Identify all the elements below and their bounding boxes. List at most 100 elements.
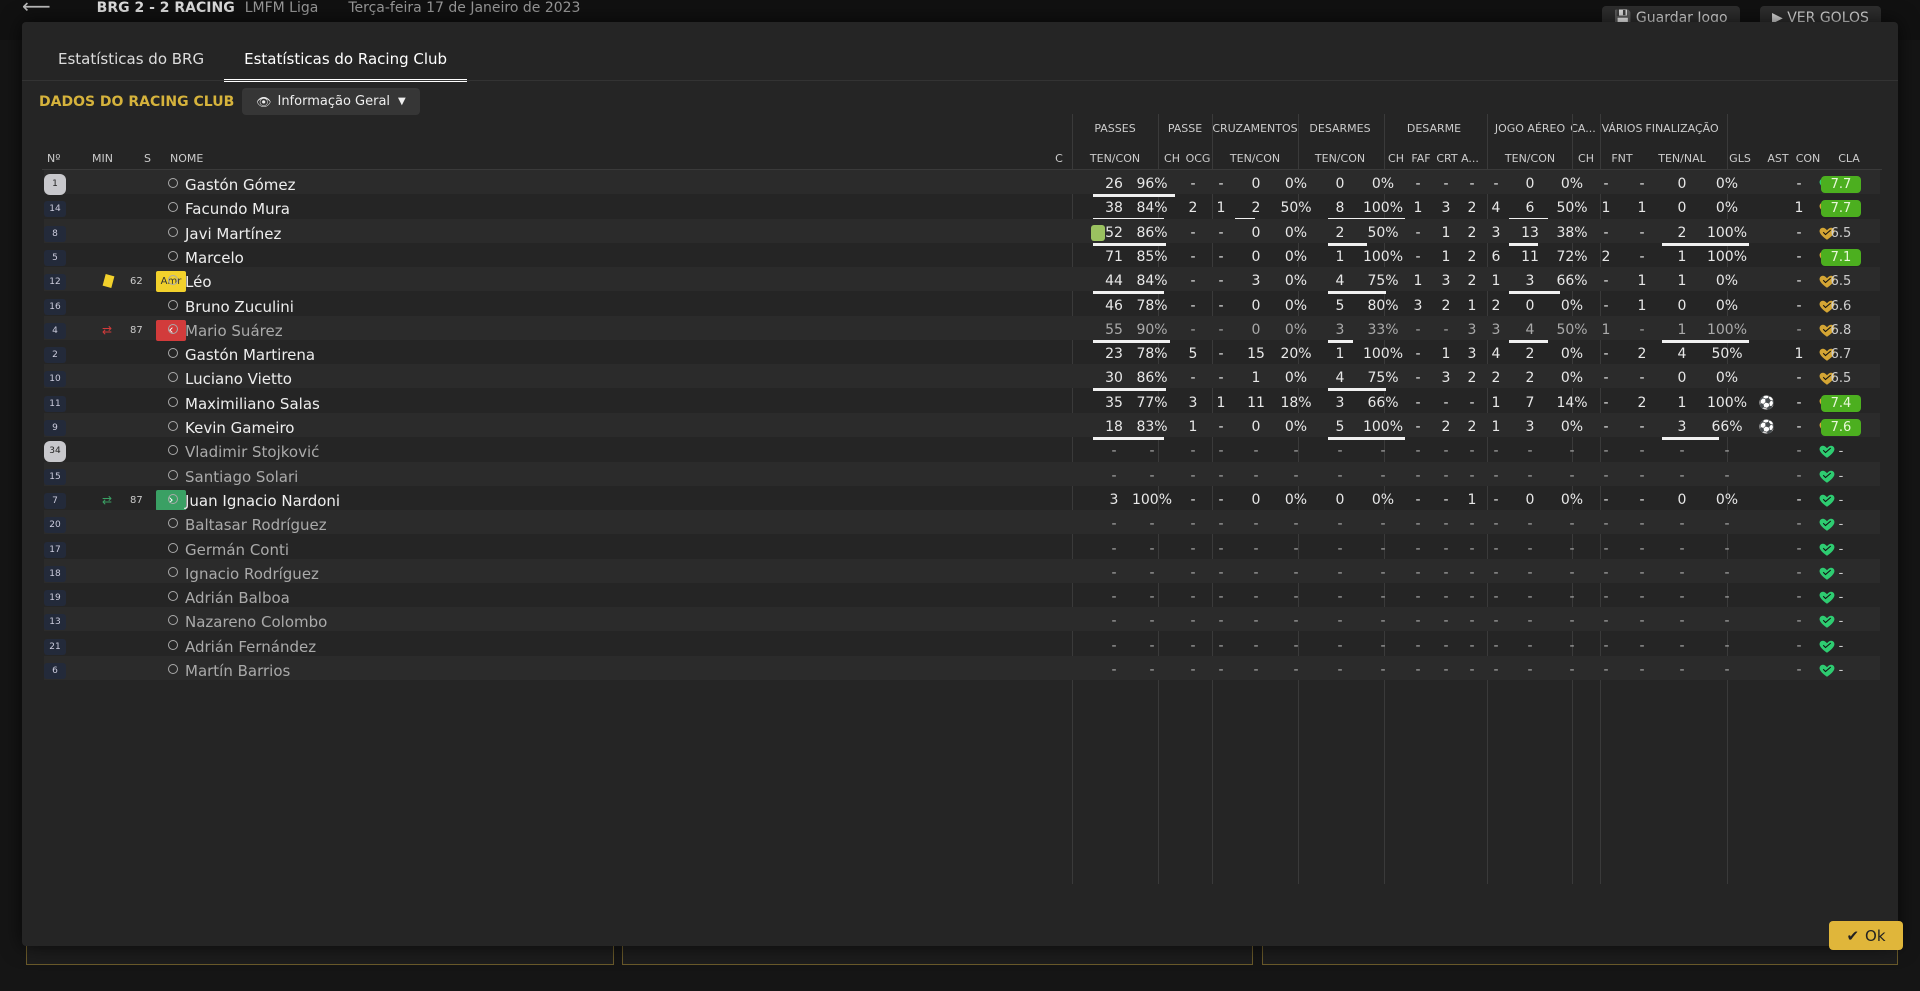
column-header-a[interactable]: A... <box>1461 152 1479 165</box>
table-row[interactable]: 8 Javi Martínez 52 86% - -0 0% 2 50% -1 2 3 13 38% - -2… <box>44 218 1880 246</box>
column-header-ast[interactable]: AST <box>1767 152 1788 165</box>
column-header-min[interactable]: MIN <box>92 152 113 165</box>
player-name[interactable]: Gastón Gómez <box>185 176 295 194</box>
empty-stat: - <box>1796 564 1802 581</box>
table-row[interactable]: 18 Ignacio Rodríguez - - - - - - - - - - - - - - - - - - - - <box>44 558 1880 583</box>
player-name[interactable]: Nazareno Colombo <box>185 613 327 631</box>
player-rating: 7.7 <box>1821 200 1861 218</box>
table-row[interactable]: 21 Adrián Fernández - - - - - - - - - - - - - - - - - - - - <box>44 632 1880 656</box>
crosses-attempted: 0 <box>1251 321 1261 338</box>
table-row[interactable]: 17 Germán Conti - - - - - - - - - - - - - - - - - - - - <box>44 535 1880 559</box>
player-name[interactable]: Germán Conti <box>185 541 289 559</box>
column-header-ch2[interactable]: CH <box>1388 152 1404 165</box>
table-row[interactable]: 13 Nazareno Colombo - - - - - - - - - - - - - - - - - - - - <box>44 607 1880 632</box>
player-name[interactable]: Facundo Mura <box>185 200 290 218</box>
player-name[interactable]: Bruno Zuculini <box>185 298 294 316</box>
table-row[interactable]: 5 Marcelo 71 85% - -0 0% 1 100% -1 2 6 11 72% 2-1 100% -… <box>44 243 1880 270</box>
player-name[interactable]: Martín Barrios <box>185 662 290 680</box>
crosses-attempted: 0 <box>1251 491 1261 508</box>
player-name[interactable]: Luciano Vietto <box>185 370 292 388</box>
table-row[interactable]: 16 Bruno Zuculini 46 78% - -0 0% 5 80% 3 2 1 2 0 0% -1 0… <box>44 292 1880 319</box>
table-row[interactable]: 14 Facundo Mura 38 84% 2 1 2 50% 8 100% 1 3 2 4 6 50% 1 1… <box>44 194 1880 222</box>
player-name[interactable]: Ignacio Rodríguez <box>185 565 319 583</box>
player-rating: 7.1 <box>1821 248 1861 266</box>
ca-stat: 1 <box>1601 200 1611 217</box>
table-row[interactable]: 6 Martín Barrios - - - - - - - - - - - - - - - - - - - - <box>44 656 1880 680</box>
empty-stat: - <box>1469 467 1475 484</box>
empty-stat: - <box>1603 443 1609 460</box>
player-name[interactable]: Adrián Fernández <box>185 638 316 656</box>
column-header-gls[interactable]: GLS <box>1729 152 1751 165</box>
table-row[interactable]: 19 Adrián Balboa - - - - - - - - - - - - - - - - - - - - <box>44 583 1880 607</box>
assists: - <box>1796 273 1802 290</box>
player-name[interactable]: Gastón Martirena <box>185 346 315 364</box>
player-name[interactable]: Vladimir Stojković <box>185 443 319 461</box>
crosses-pct: 0% <box>1284 176 1308 192</box>
empty-stat: - <box>1443 540 1449 557</box>
table-row[interactable]: 7 ⇄ 87 › Juan Ignacio Nardoni 3 100% - -0 0% 0 0% - -… <box>44 486 1880 513</box>
empty-stat: - <box>1380 540 1386 557</box>
column-header-ch1[interactable]: CH <box>1164 152 1180 165</box>
empty-stat: - <box>1415 443 1421 460</box>
table-row[interactable]: 4 ⇄ 87 ‹ Mario Suárez 55 90% - -0 0% 3 33% - -3 3 4 50% 1… <box>44 315 1880 343</box>
table-row[interactable]: 11 Maximiliano Salas 35 77% 3 1 11 18% 3 66% - - -1 7… <box>44 389 1880 416</box>
player-name[interactable]: Juan Ignacio Nardoni <box>185 492 340 510</box>
player-name[interactable]: Mario Suárez <box>185 322 283 340</box>
empty-stat: - <box>1253 589 1259 606</box>
column-header-cruz_tc[interactable]: TEN/CON <box>1230 152 1280 165</box>
table-row[interactable]: 1 Gastón Gómez 26 96% - - 0 0% 0 0% - - - - 0 0% - - 0 0% - 7… <box>44 170 1880 197</box>
column-header-s[interactable]: S <box>144 152 151 165</box>
empty-stat: - <box>1253 662 1259 678</box>
column-header-pass_tc[interactable]: TEN/CON <box>1090 152 1140 165</box>
table-row[interactable]: 9 Kevin Gameiro 18 83% 1-0 0% 5 100% -2 2 1 3 0% - -3 6… <box>44 413 1880 440</box>
column-header-aer_tc[interactable]: TEN/CON <box>1505 152 1555 165</box>
passes-pct: 84% <box>1136 273 1168 290</box>
table-row[interactable]: 10 Luciano Vietto 30 86% - -1 0% 4 75% -3 2 2 2 0% - -0… <box>44 364 1880 392</box>
column-header-crt[interactable]: CRT <box>1436 152 1457 165</box>
tab-brg-stats[interactable]: Estatísticas do BRG <box>38 42 224 82</box>
column-header-ch3[interactable]: CH <box>1578 152 1594 165</box>
column-header-fnt[interactable]: FNT <box>1611 152 1632 165</box>
player-name[interactable]: Léo <box>185 273 212 291</box>
player-name[interactable]: Marcelo <box>185 249 244 267</box>
player-name[interactable]: Maximiliano Salas <box>185 395 320 413</box>
column-header-fin_tn[interactable]: TEN/NAL <box>1658 152 1706 165</box>
squad-number: 8 <box>44 225 66 242</box>
ok-button[interactable]: ✔ Ok <box>1829 921 1903 950</box>
column-header-ocg[interactable]: OCG <box>1186 152 1211 165</box>
table-row[interactable]: 15 Santiago Solari - - - - - - - - - - - - - - - - - - - - <box>44 461 1880 486</box>
empty-stat: - <box>1639 564 1645 581</box>
minute: 62 <box>130 276 143 288</box>
column-header-des_tc[interactable]: TEN/CON <box>1315 152 1365 165</box>
table-row[interactable]: 12 62 Amr Léo 44 84% - -3 0% 4 75% 1 3 2 1 3 66% -1 1 0% -6.… <box>44 267 1880 295</box>
empty-stat: - <box>1527 540 1533 557</box>
chances: - <box>1190 370 1196 387</box>
empty-stat: - <box>1527 564 1533 581</box>
headers-attempted: 6 <box>1525 200 1535 217</box>
empty-stat: - <box>1111 662 1117 678</box>
table-row[interactable]: 34 Vladimir Stojković - - - - - - - - - - - - - - - - - - - - <box>44 437 1880 463</box>
player-name[interactable]: Santiago Solari <box>185 468 298 486</box>
player-name[interactable]: Javi Martínez <box>185 225 281 243</box>
squad-number: 13 <box>44 614 66 631</box>
view-dropdown[interactable]: 👁 Informação Geral ▼ <box>242 88 420 115</box>
empty-stat: - <box>1796 613 1802 630</box>
table-row[interactable]: 20 Baltasar Rodríguez - - - - - - - - - - - - - - - - - - - - <box>44 510 1880 535</box>
column-header-no[interactable]: Nº <box>47 152 60 165</box>
empty-stat: - <box>1724 516 1730 533</box>
table-row[interactable]: 2 Gastón Martirena 23 78% 5-15 20% 1 100% -1 3 4 2 0… <box>44 340 1880 368</box>
player-name[interactable]: Adrián Balboa <box>185 589 290 607</box>
column-header-c[interactable]: C <box>1055 152 1063 165</box>
player-name[interactable]: Baltasar Rodríguez <box>185 516 327 534</box>
tab-racing-stats[interactable]: Estatísticas do Racing Club <box>224 42 468 82</box>
column-header-nome[interactable]: NOME <box>170 152 203 165</box>
passes-attempted: 35 <box>1105 394 1123 411</box>
tackles-attempted: 4 <box>1335 273 1345 290</box>
column-header-cla[interactable]: CLA <box>1838 152 1860 165</box>
tackles-pct: 0% <box>1371 491 1395 508</box>
back-arrow-icon[interactable]: ⟵ <box>22 0 51 18</box>
player-rating: - <box>1838 638 1844 654</box>
column-header-faf[interactable]: FAF <box>1411 152 1430 165</box>
player-name[interactable]: Kevin Gameiro <box>185 419 294 437</box>
column-header-con[interactable]: CON <box>1796 152 1821 165</box>
